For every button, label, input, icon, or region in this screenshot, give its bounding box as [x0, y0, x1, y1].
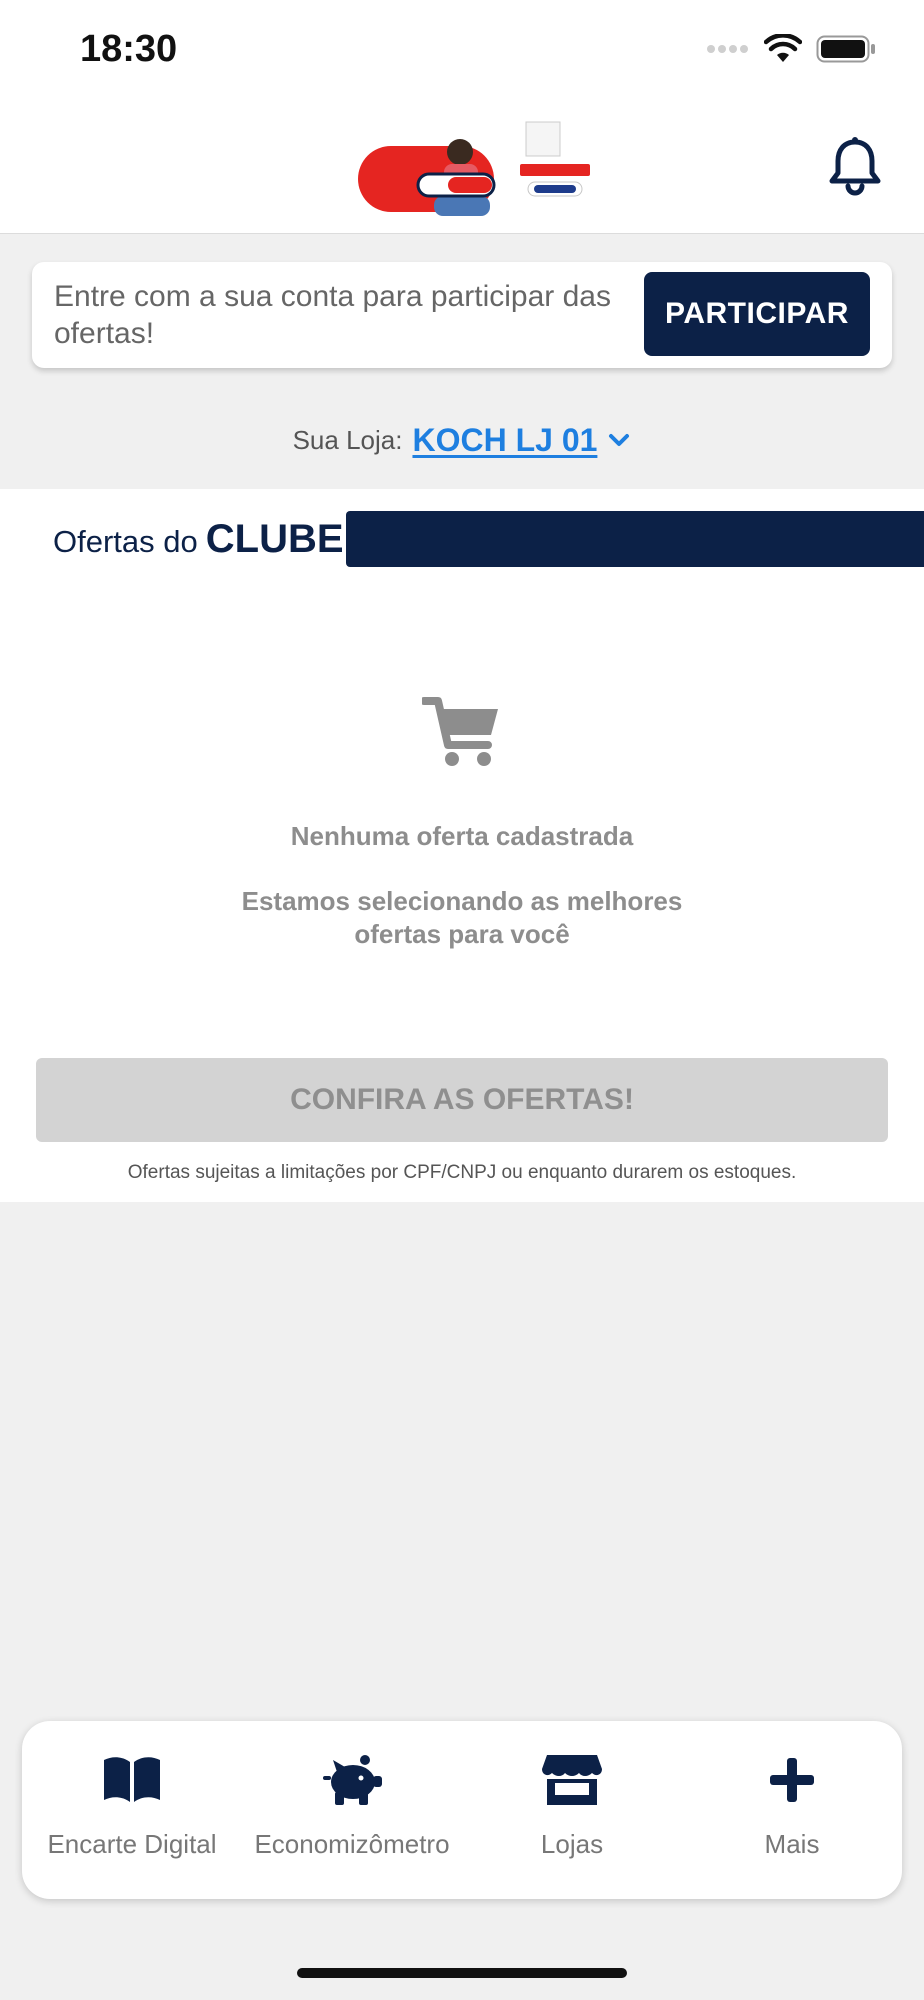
nav-label-lojas: Lojas — [540, 1829, 604, 1859]
empty-state-title: Nenhuma oferta cadastrada — [290, 821, 634, 851]
empty-state-subtitle: Estamos selecionando as melhores ofertas… — [241, 886, 683, 949]
nav-item-economizometro[interactable]: Economizômetro — [242, 1721, 462, 1899]
nav-label-economizometro: Economizômetro — [254, 1829, 450, 1859]
notifications-button[interactable] — [826, 136, 884, 198]
nav-item-encarte-digital[interactable]: Encarte Digital — [22, 1721, 242, 1899]
battery-icon — [816, 35, 875, 63]
offers-title-bold: CLUBE — [205, 517, 344, 561]
app-header — [0, 100, 924, 234]
login-card: Entre com a sua conta para participar da… — [32, 262, 892, 368]
status-time: 18:30 — [80, 28, 178, 70]
title-accent-bar — [346, 511, 924, 567]
nav-item-lojas[interactable]: Lojas — [462, 1721, 682, 1899]
wifi-icon — [764, 34, 802, 62]
offers-disclaimer: Ofertas sujeitas a limitações por CPF/CN… — [127, 1162, 797, 1183]
status-icons — [706, 34, 876, 64]
shopping-cart-icon — [422, 697, 498, 766]
offers-panel: Ofertas do CLUBE Nenhuma oferta cadastra… — [0, 489, 924, 1202]
clube-koch-logo — [358, 121, 590, 216]
home-indicator[interactable] — [297, 1968, 627, 1978]
bell-icon — [829, 137, 881, 196]
nav-label-encarte-digital: Encarte Digital — [47, 1829, 217, 1859]
book-icon — [104, 1757, 160, 1802]
nav-label-mais: Mais — [764, 1829, 820, 1859]
bottom-nav: Encarte Digital Economizômetro Lojas Mai… — [22, 1721, 902, 1899]
chevron-down-icon[interactable] — [607, 431, 631, 449]
store-link[interactable]: KOCH LJ 01 — [412, 422, 597, 459]
store-selector: Sua Loja: KOCH LJ 01 — [0, 418, 924, 462]
participar-button[interactable]: PARTICIPAR — [644, 272, 870, 356]
confira-ofertas-button[interactable]: CONFIRA AS OFERTAS! — [36, 1058, 888, 1142]
signal-icon — [707, 45, 748, 53]
offers-title-prefix: Ofertas do — [53, 524, 198, 559]
status-bar: 18:30 — [0, 0, 924, 100]
piggy-bank-icon — [323, 1755, 382, 1805]
store-label: Sua Loja: — [292, 424, 403, 455]
store-icon — [542, 1755, 602, 1805]
offers-title: Ofertas do CLUBE — [53, 517, 344, 562]
plus-icon — [770, 1758, 814, 1802]
login-prompt: Entre com a sua conta para participar da… — [54, 280, 611, 350]
nav-item-mais[interactable]: Mais — [682, 1721, 902, 1899]
